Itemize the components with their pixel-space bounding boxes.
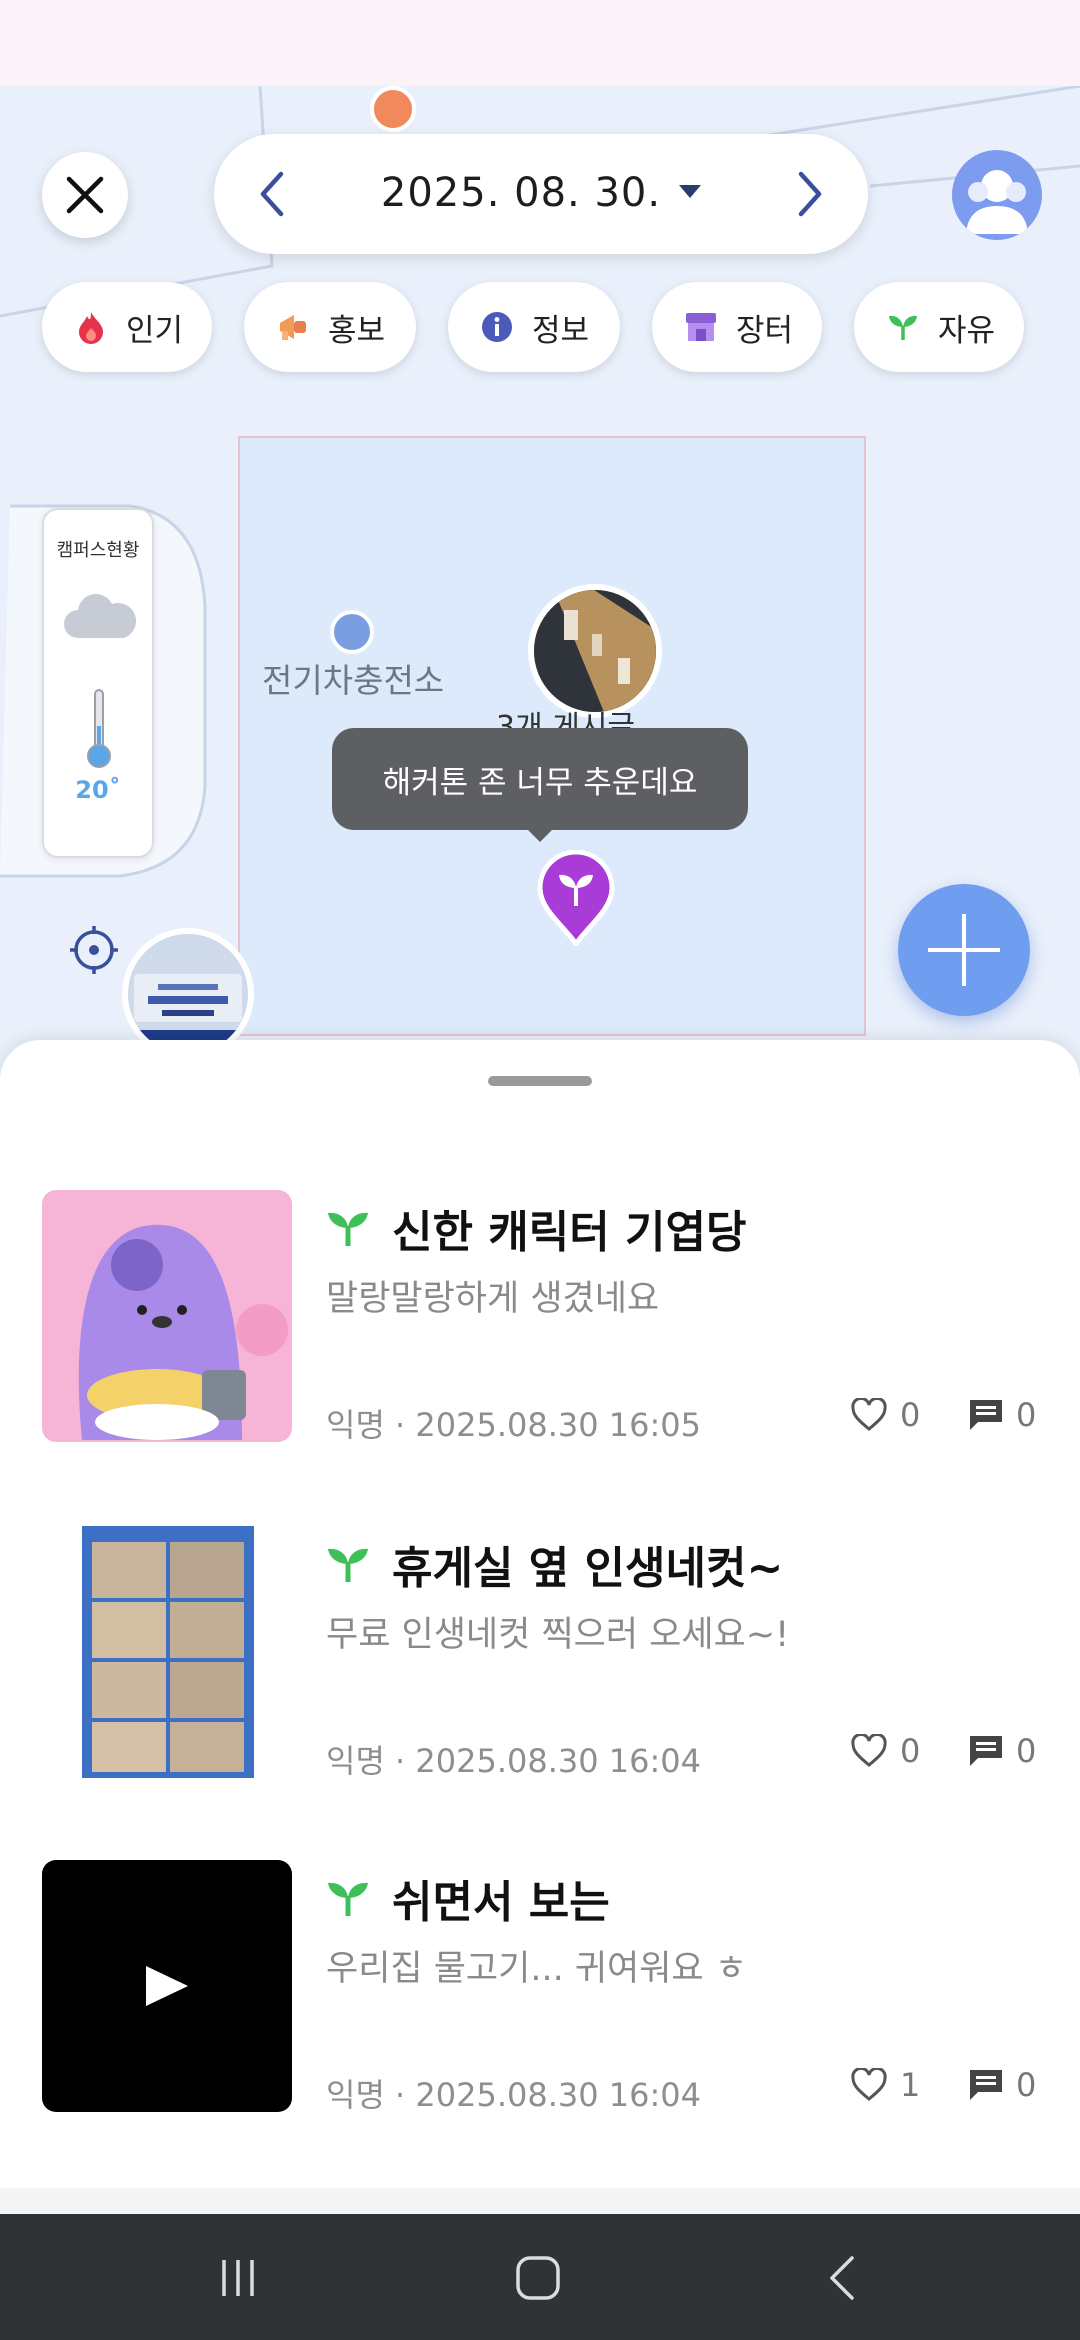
filter-chip-label: 홍보 bbox=[328, 312, 386, 349]
sprout-icon bbox=[886, 310, 920, 344]
like-count: 1 bbox=[900, 2066, 921, 2104]
comment-button[interactable]: 0 bbox=[968, 1396, 1036, 1434]
hackathon-banner-image bbox=[128, 934, 248, 1054]
post-preview-bubble[interactable]: 해커톤 존 너무 추운데요 bbox=[332, 728, 748, 830]
date-value: 2025. 08. 30. bbox=[380, 170, 662, 216]
like-count: 0 bbox=[900, 1396, 921, 1434]
post-title: 신한 캐릭터 기엽당 bbox=[392, 1207, 747, 1258]
post-list-item[interactable]: 신한 캐릭터 기엽당 말랑말랑하게 생겼네요 익명 · 2025.08.30 1… bbox=[0, 1190, 1080, 1490]
thermometer-icon bbox=[87, 689, 111, 768]
date-label[interactable]: 2025. 08. 30. bbox=[214, 170, 868, 216]
user-avatar-icon bbox=[966, 170, 1028, 234]
post-list-sheet[interactable]: 신한 캐릭터 기엽당 말랑말랑하게 생겼네요 익명 · 2025.08.30 1… bbox=[0, 1040, 1080, 2215]
heart-icon bbox=[851, 2068, 887, 2101]
filter-chip-popular[interactable]: 인기 bbox=[42, 282, 212, 372]
campus-temperature: 20˚ bbox=[75, 776, 121, 804]
recent-apps-icon bbox=[222, 2260, 254, 2296]
system-nav-bar bbox=[0, 2214, 1080, 2340]
like-button[interactable]: 0 bbox=[850, 1396, 920, 1434]
like-count: 0 bbox=[900, 1732, 921, 1770]
post-list-item[interactable]: 휴게실 옆 인생네컷~ 무료 인생네컷 찍으러 오세요~! 익명 · 2025.… bbox=[0, 1526, 1080, 1826]
like-button[interactable]: 0 bbox=[850, 1732, 920, 1770]
back-button[interactable] bbox=[812, 2250, 872, 2306]
recent-apps-button[interactable] bbox=[208, 2250, 268, 2306]
sprout-icon bbox=[328, 1882, 368, 1916]
sprout-icon bbox=[328, 1548, 368, 1582]
comment-icon bbox=[970, 1400, 1002, 1430]
fire-icon bbox=[74, 310, 108, 344]
filter-chip-label: 정보 bbox=[532, 312, 590, 349]
filter-chip-info[interactable]: 정보 bbox=[448, 282, 620, 372]
cafe-poi-icon[interactable] bbox=[370, 86, 416, 132]
store-icon bbox=[684, 310, 718, 344]
chevron-right-icon bbox=[798, 171, 822, 217]
crosshair-icon bbox=[70, 926, 118, 974]
post-thumbnail[interactable] bbox=[42, 1190, 292, 1442]
cluster-thumbnail-image bbox=[534, 590, 656, 712]
filter-chip-promo[interactable]: 홍보 bbox=[244, 282, 416, 372]
back-icon bbox=[830, 2256, 854, 2300]
add-post-button[interactable] bbox=[898, 884, 1030, 1016]
heart-icon bbox=[851, 1398, 887, 1431]
campus-status-widget[interactable]: 캠퍼스현황 20˚ bbox=[42, 508, 154, 858]
post-body: 우리집 물고기... 귀여워요 ㅎ bbox=[326, 1949, 747, 1989]
play-icon bbox=[146, 1966, 188, 2006]
list-end-divider bbox=[0, 2188, 1080, 2214]
comment-icon bbox=[970, 1736, 1002, 1766]
photo-booth-image bbox=[42, 1526, 292, 1778]
post-thumbnail[interactable] bbox=[42, 1526, 292, 1778]
post-title: 휴게실 옆 인생네컷~ bbox=[392, 1543, 784, 1594]
comment-icon bbox=[970, 2070, 1002, 2100]
filter-chip-label: 장터 bbox=[736, 312, 794, 349]
home-button[interactable] bbox=[508, 2250, 568, 2306]
filter-chip-label: 자유 bbox=[938, 312, 996, 349]
comment-button[interactable]: 0 bbox=[968, 1732, 1036, 1770]
profile-avatar-button[interactable] bbox=[952, 150, 1042, 240]
caret-down-icon bbox=[679, 184, 702, 198]
like-button[interactable]: 1 bbox=[850, 2066, 920, 2104]
post-meta: 익명 · 2025.08.30 16:04 bbox=[326, 1742, 702, 1780]
bubble-tail bbox=[524, 826, 556, 842]
megaphone-icon bbox=[276, 310, 310, 344]
comment-count: 0 bbox=[1016, 1732, 1037, 1770]
filter-chip-market[interactable]: 장터 bbox=[652, 282, 822, 372]
post-body: 무료 인생네컷 찍으러 오세요~! bbox=[326, 1615, 790, 1655]
date-selector[interactable]: 2025. 08. 30. bbox=[214, 134, 868, 254]
sprout-icon bbox=[328, 1212, 368, 1246]
next-date-button[interactable] bbox=[780, 164, 840, 224]
comment-count: 0 bbox=[1016, 2066, 1037, 2104]
post-pin-marker[interactable] bbox=[536, 849, 616, 950]
comment-button[interactable]: 0 bbox=[968, 2066, 1036, 2104]
post-cluster-marker[interactable] bbox=[528, 584, 662, 718]
status-bar bbox=[0, 0, 1080, 86]
my-location-button[interactable] bbox=[68, 924, 120, 976]
comment-count: 0 bbox=[1016, 1396, 1037, 1434]
filter-chip-label: 인기 bbox=[126, 312, 184, 349]
post-title: 쉬면서 보는 bbox=[392, 1877, 610, 1928]
filter-chip-free[interactable]: 자유 bbox=[854, 282, 1024, 372]
character-image bbox=[42, 1190, 292, 1442]
video-thumbnail[interactable] bbox=[42, 1860, 292, 2112]
ev-charger-icon[interactable] bbox=[330, 610, 374, 654]
post-body: 말랑말랑하게 생겼네요 bbox=[326, 1279, 660, 1319]
campus-status-title: 캠퍼스현황 bbox=[56, 540, 140, 561]
home-icon bbox=[516, 2256, 560, 2300]
close-button[interactable] bbox=[42, 152, 128, 238]
map-place-label: 전기차충전소 bbox=[262, 661, 445, 700]
sheet-drag-handle[interactable] bbox=[488, 1076, 592, 1086]
post-meta: 익명 · 2025.08.30 16:05 bbox=[326, 1406, 702, 1444]
post-meta: 익명 · 2025.08.30 16:04 bbox=[326, 2076, 702, 2114]
close-icon bbox=[66, 176, 104, 214]
heart-icon bbox=[851, 1734, 887, 1767]
cloud-icon bbox=[64, 594, 137, 638]
info-icon bbox=[480, 310, 514, 344]
plus-icon bbox=[928, 914, 1000, 986]
post-list-item[interactable]: 쉬면서 보는 우리집 물고기... 귀여워요 ㅎ 익명 · 2025.08.30… bbox=[0, 1860, 1080, 2160]
sprout-pin-icon bbox=[537, 849, 615, 949]
